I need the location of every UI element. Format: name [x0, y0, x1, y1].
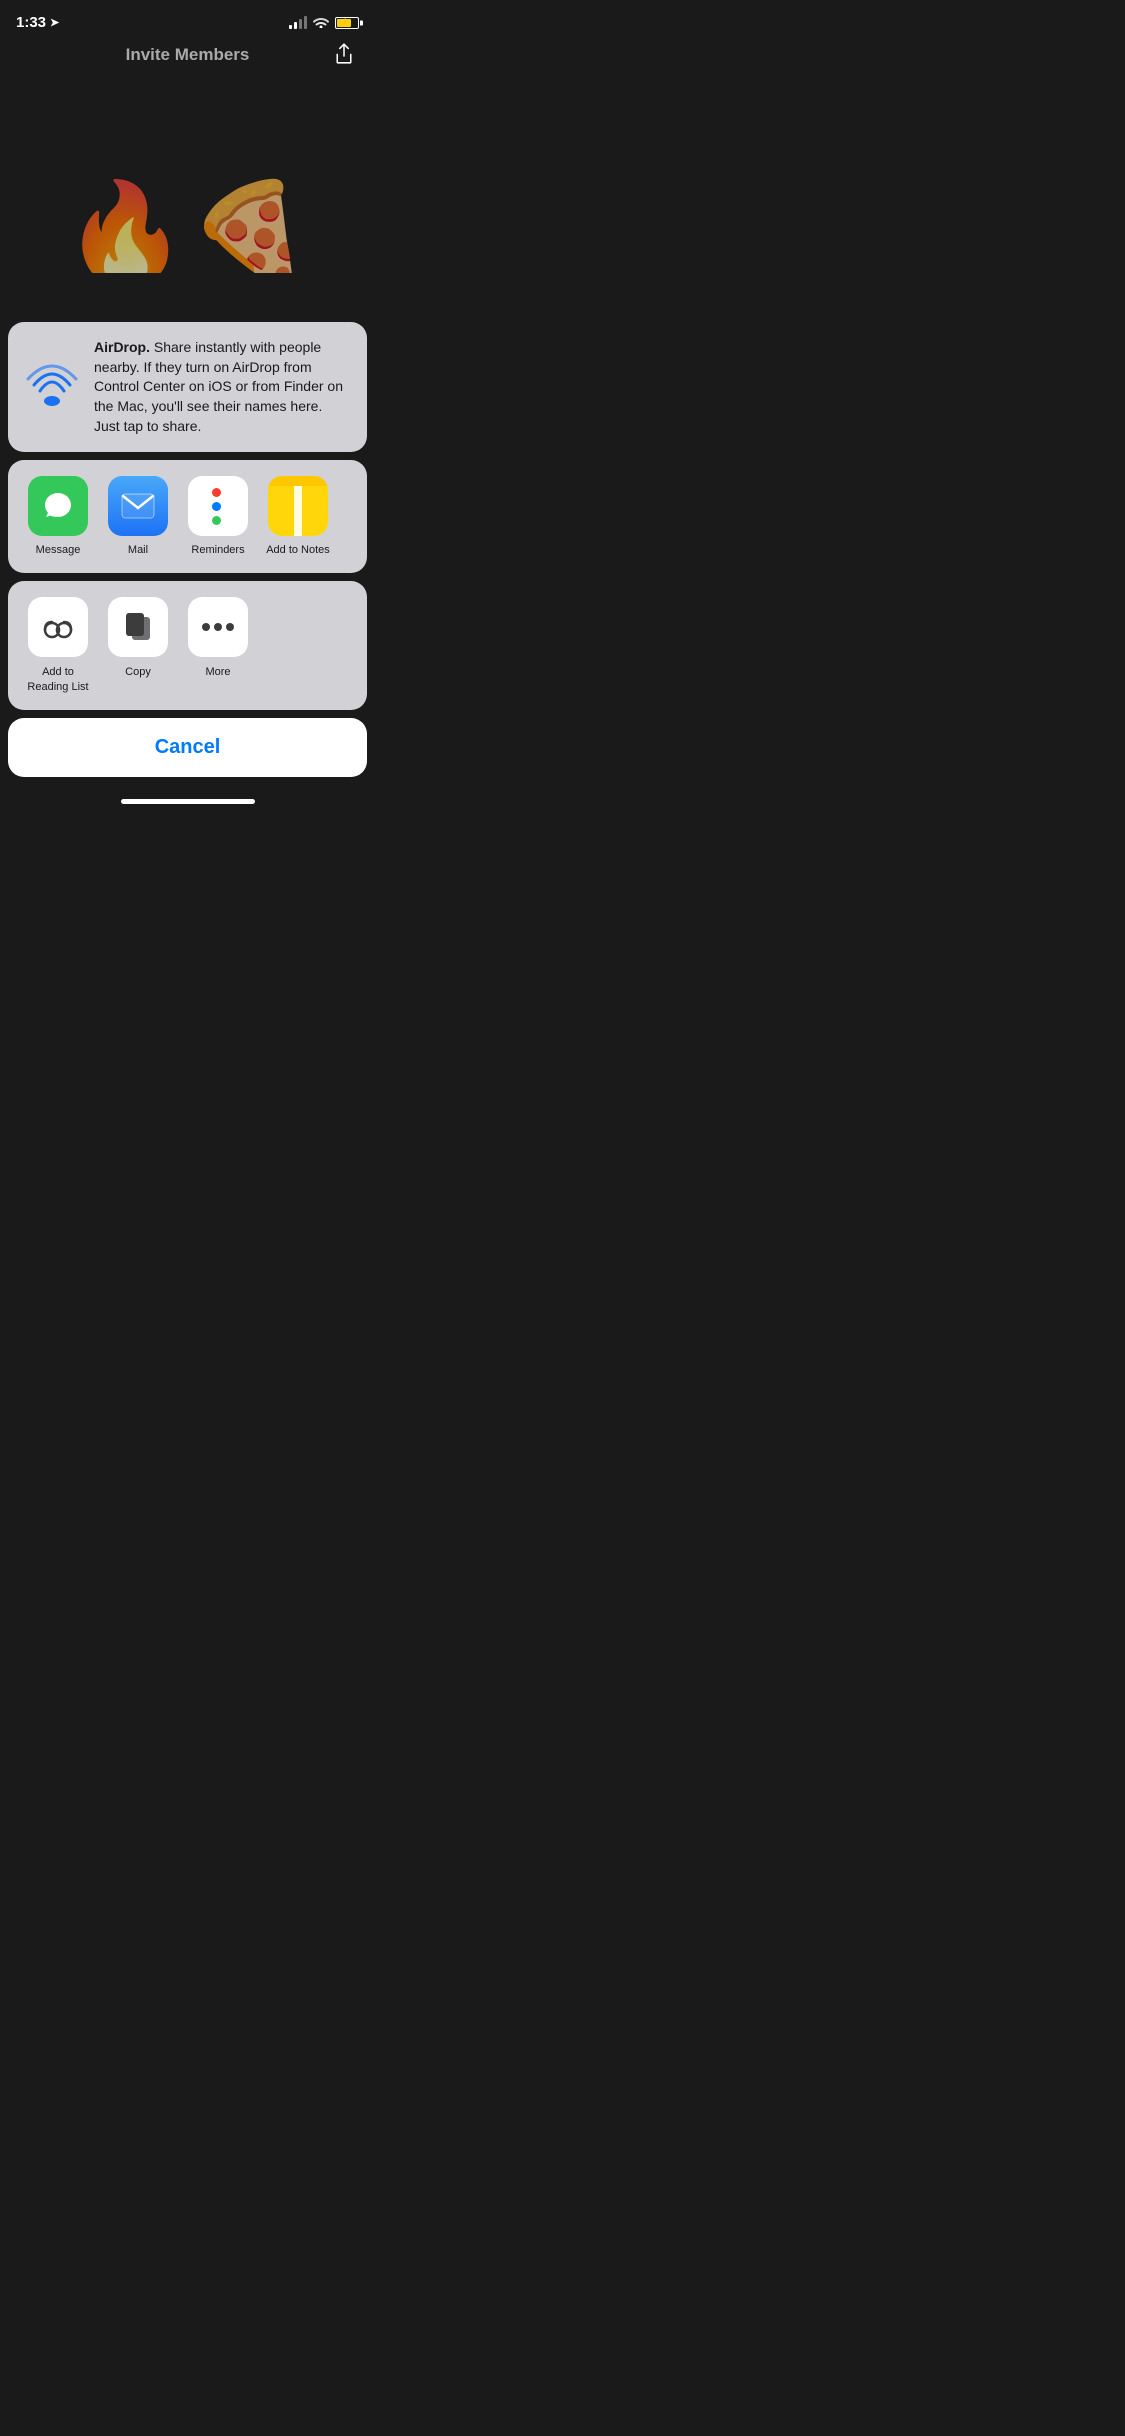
airdrop-description: AirDrop. Share instantly with people nea… [94, 338, 351, 436]
home-indicator [121, 799, 255, 804]
actions-section: Add toReading List Copy [8, 581, 367, 710]
app-item-notes[interactable]: Add to Notes [264, 476, 332, 557]
signal-bar-3 [299, 19, 302, 29]
copy-icon [108, 597, 168, 657]
background-content: 🔥🍕 [0, 73, 375, 273]
reading-list-svg [43, 613, 73, 641]
top-area: 1:33 ➤ [0, 0, 375, 73]
status-time: 1:33 ➤ [16, 14, 59, 31]
action-reading-list[interactable]: Add toReading List [24, 597, 92, 694]
location-icon: ➤ [50, 16, 59, 29]
nav-bar: Invite Members [0, 37, 375, 73]
share-sheet: AirDrop. Share instantly with people nea… [0, 322, 375, 812]
signal-bar-1 [289, 25, 292, 29]
battery-icon: ⚡ [335, 17, 359, 29]
signal-icon [289, 16, 307, 29]
battery-fill: ⚡ [337, 19, 351, 27]
share-icon [333, 43, 355, 65]
notes-icon [268, 476, 328, 536]
nav-title: Invite Members [126, 45, 250, 65]
status-icons: ⚡ [289, 15, 359, 31]
reading-list-icon [28, 597, 88, 657]
action-more[interactable]: More [184, 597, 252, 694]
mail-svg [121, 493, 155, 519]
cancel-button[interactable]: Cancel [8, 718, 367, 777]
apps-section: Message Mail [8, 460, 367, 573]
more-icon [188, 597, 248, 657]
status-bar: 1:33 ➤ [0, 0, 375, 37]
more-dot-3 [226, 623, 234, 631]
reading-list-label: Add toReading List [27, 665, 88, 694]
battery-bolt: ⚡ [340, 19, 349, 26]
airdrop-title: AirDrop. [94, 339, 154, 355]
signal-bar-4 [304, 16, 307, 29]
actions-row: Add toReading List Copy [16, 597, 359, 694]
more-label: More [205, 665, 230, 679]
airdrop-section: AirDrop. Share instantly with people nea… [8, 322, 367, 452]
airdrop-icon [24, 359, 80, 415]
time-display: 1:33 [16, 14, 46, 31]
reminders-label: Reminders [191, 544, 244, 557]
more-dot-2 [214, 623, 222, 631]
action-copy[interactable]: Copy [104, 597, 172, 694]
message-icon [28, 476, 88, 536]
wifi-icon [313, 15, 329, 31]
more-dots [202, 623, 234, 631]
more-dot-1 [202, 623, 210, 631]
app-item-reminders[interactable]: Reminders [184, 476, 252, 557]
copy-svg [124, 611, 152, 643]
cancel-section: Cancel [8, 718, 367, 777]
apps-scroll-row: Message Mail [16, 476, 359, 557]
reminders-icon [188, 476, 248, 536]
page-root: 1:33 ➤ [0, 0, 375, 812]
app-item-message[interactable]: Message [24, 476, 92, 557]
mail-label: Mail [128, 544, 148, 557]
airdrop-svg [24, 359, 80, 415]
mail-icon [108, 476, 168, 536]
message-svg [41, 489, 75, 523]
share-button[interactable] [329, 39, 359, 72]
message-label: Message [36, 544, 81, 557]
notes-label: Add to Notes [266, 544, 330, 557]
signal-bar-2 [294, 22, 297, 29]
copy-label: Copy [125, 665, 151, 679]
flame-pizza-graphic: 🔥🍕 [63, 176, 312, 273]
app-item-mail[interactable]: Mail [104, 476, 172, 557]
